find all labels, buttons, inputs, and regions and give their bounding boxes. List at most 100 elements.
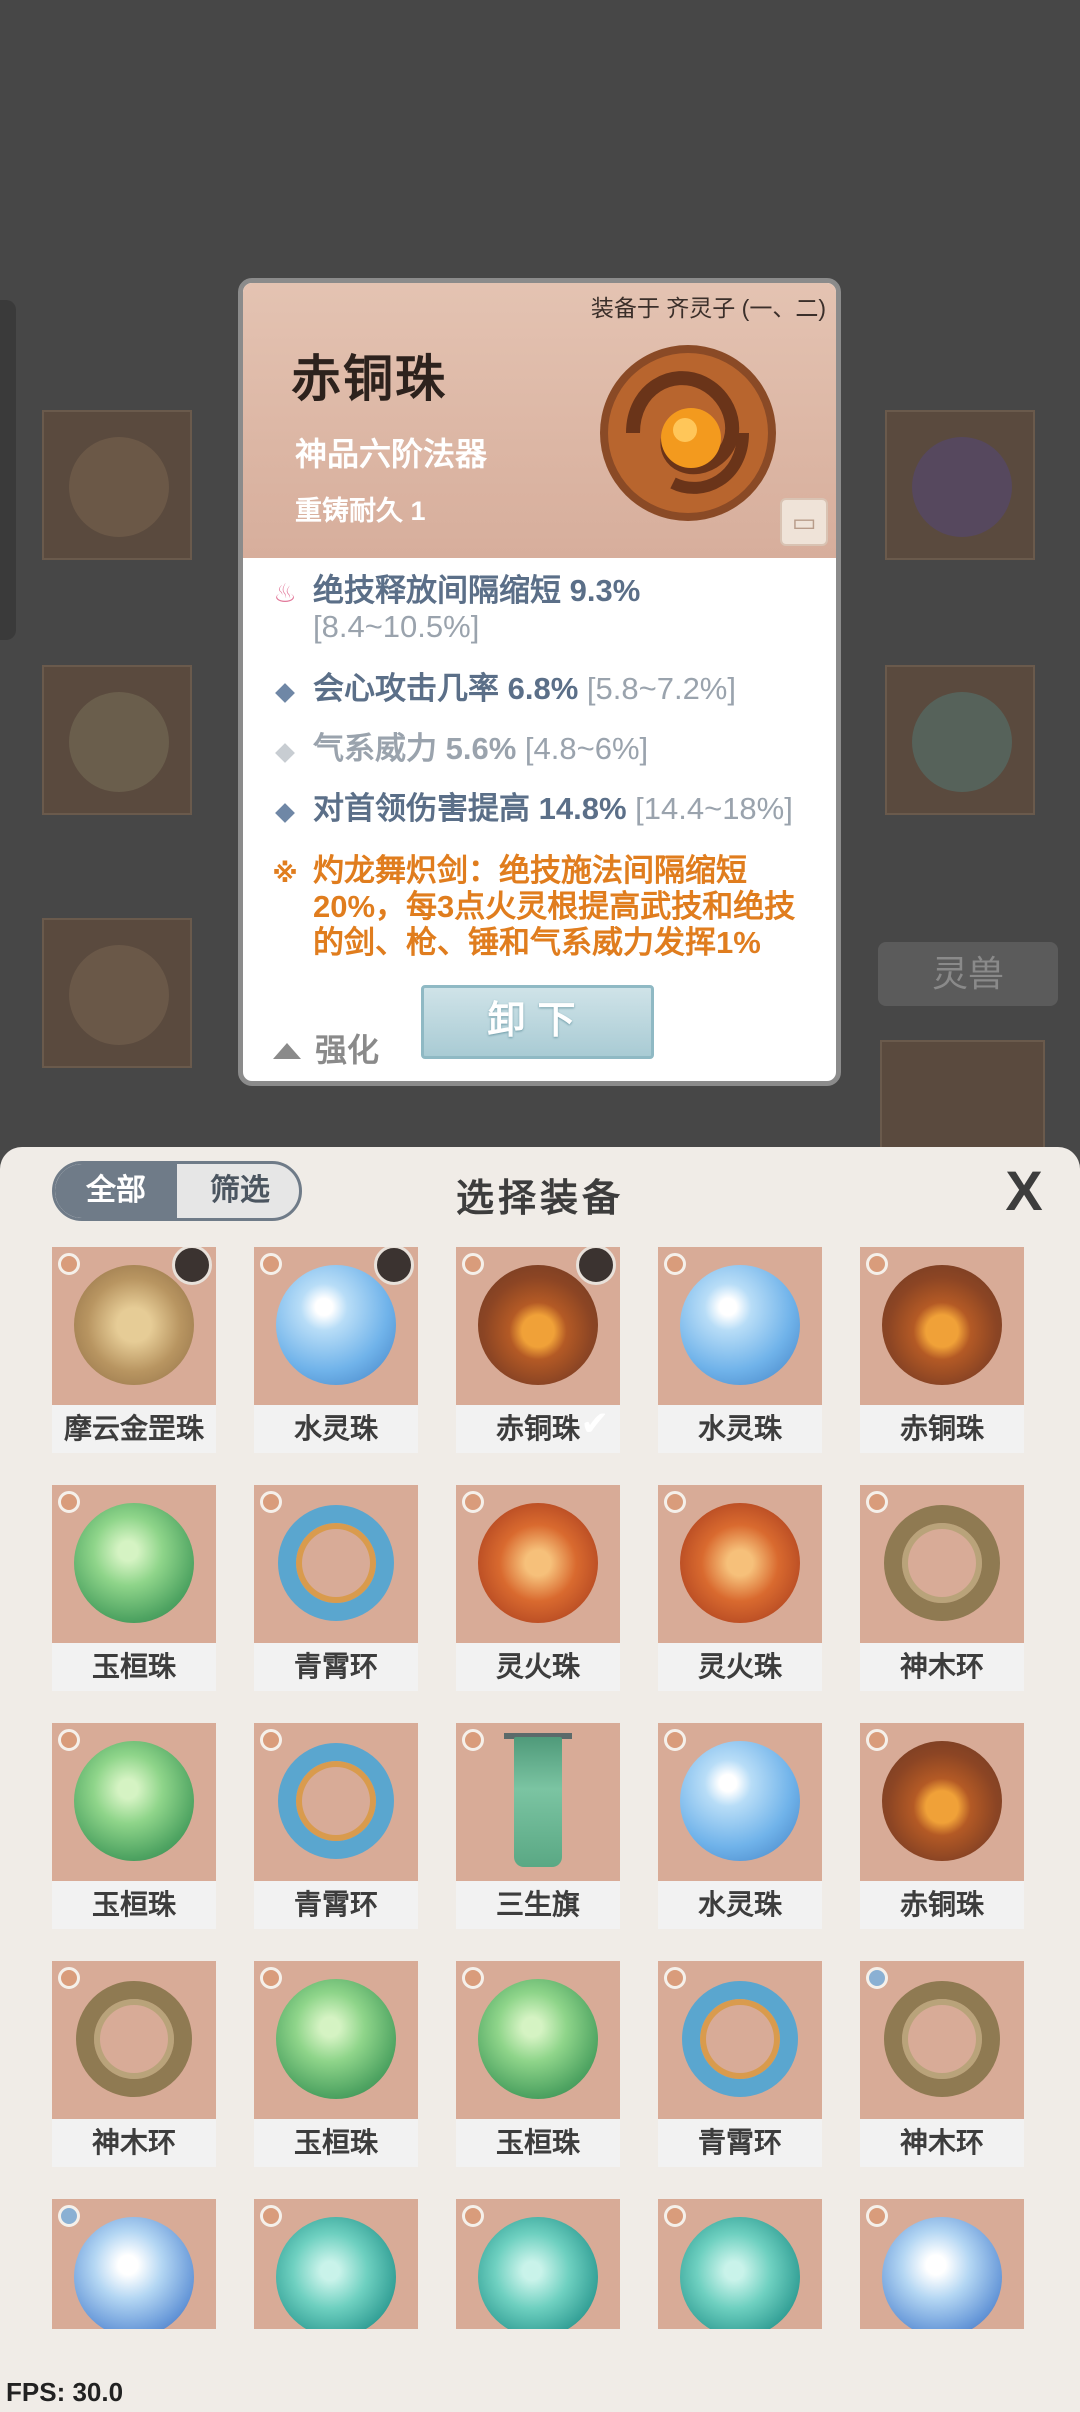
- stat-range: [4.8~6%]: [524, 731, 649, 766]
- equipment-card[interactable]: 灵火珠: [658, 1485, 822, 1691]
- equipment-card[interactable]: [254, 2199, 418, 2329]
- item-water-icon: [680, 1741, 800, 1861]
- item-name: 赤铜珠: [291, 349, 447, 408]
- item-artwork: [600, 345, 776, 521]
- equipment-name: 水灵珠: [254, 1405, 418, 1453]
- item-jade-icon: [74, 1503, 194, 1623]
- spirit-beast-tab[interactable]: 灵兽: [878, 942, 1058, 1006]
- equipment-card[interactable]: 赤铜珠: [860, 1247, 1024, 1453]
- close-button[interactable]: X: [996, 1161, 1052, 1221]
- stat-text: 对首领伤害提高 14.8%: [313, 791, 627, 826]
- equipment-card[interactable]: [860, 2199, 1024, 2329]
- item-ring-blue-icon: [278, 1743, 394, 1859]
- equipment-card[interactable]: [456, 2199, 620, 2329]
- equipment-name: 青霄环: [658, 2119, 822, 2167]
- equipment-card[interactable]: 青霄环: [254, 1485, 418, 1691]
- stat-row: 气系威力 5.6% [4.8~6%]: [271, 731, 811, 767]
- rarity-badge-icon: [462, 1253, 484, 1275]
- diamond-icon: [271, 673, 299, 709]
- rarity-badge-icon: [58, 1253, 80, 1275]
- item-teal-icon: [276, 2217, 396, 2329]
- item-banner-icon: [514, 1737, 562, 1867]
- item-water-icon: [276, 1265, 396, 1385]
- equipment-art: [658, 1247, 822, 1405]
- equipped-by-avatar: [172, 1247, 212, 1285]
- equipment-art: [254, 2199, 418, 2329]
- equipment-art: [52, 2199, 216, 2329]
- unequip-button[interactable]: 卸下: [421, 985, 654, 1059]
- equipment-art: [658, 1485, 822, 1643]
- stat-text: 会心攻击几率 6.8%: [313, 671, 579, 706]
- item-jade-icon: [74, 1741, 194, 1861]
- bg-equip-slot[interactable]: [42, 665, 192, 815]
- bg-equip-slot[interactable]: [880, 1040, 1045, 1150]
- equipment-card[interactable]: 神木环: [860, 1485, 1024, 1691]
- rarity-badge-icon: [664, 1253, 686, 1275]
- equipment-card[interactable]: 水灵珠: [254, 1247, 418, 1453]
- equipment-art: [52, 1247, 216, 1405]
- bg-equip-slot[interactable]: [885, 665, 1035, 815]
- bg-equip-slot[interactable]: [42, 410, 192, 560]
- equipment-card[interactable]: 水灵珠: [658, 1247, 822, 1453]
- equipment-art: [456, 1485, 620, 1643]
- equipment-art: [52, 1961, 216, 2119]
- rarity-badge-icon: [664, 1491, 686, 1513]
- special-rune-icon: ※: [272, 858, 298, 888]
- stat-row: 对首领伤害提高 14.8% [14.4~18%]: [271, 791, 811, 827]
- equipment-card[interactable]: 玉桓珠: [254, 1961, 418, 2167]
- bg-equip-slot[interactable]: [42, 918, 192, 1068]
- equipment-card[interactable]: 摩云金罡珠: [52, 1247, 216, 1453]
- equipment-art: [456, 1961, 620, 2119]
- equipment-card[interactable]: 玉桓珠: [456, 1961, 620, 2167]
- equipment-card[interactable]: 青霄环: [254, 1723, 418, 1929]
- equipment-art: [658, 1961, 822, 2119]
- equipment-card[interactable]: 神木环: [860, 1961, 1024, 2167]
- stat-row: 会心攻击几率 6.8% [5.8~7.2%]: [271, 671, 811, 707]
- item-teal-icon: [478, 2217, 598, 2329]
- equipment-card[interactable]: 水灵珠: [658, 1723, 822, 1929]
- item-header: 装备于 齐灵子 (一、二) 赤铜珠 神品六阶法器 重铸耐久 1 ▭: [243, 283, 836, 558]
- equipment-card[interactable]: 青霄环: [658, 1961, 822, 2167]
- equipment-name: 灵火珠: [658, 1643, 822, 1691]
- equipment-name: 神木环: [52, 2119, 216, 2167]
- equipment-name: 神木环: [860, 1643, 1024, 1691]
- item-ring-wood-icon: [884, 1981, 1000, 2097]
- selected-check-icon: ✔: [580, 1405, 610, 1443]
- equipment-card[interactable]: 玉桓珠: [52, 1723, 216, 1929]
- stat-range: [8.4~10.5%]: [313, 609, 480, 644]
- equipment-art: [254, 1247, 418, 1405]
- rarity-badge-icon: [260, 1491, 282, 1513]
- rarity-badge-icon: [664, 1729, 686, 1751]
- lock-icon[interactable]: ▭: [780, 498, 828, 546]
- rarity-badge-icon: [462, 1729, 484, 1751]
- rarity-badge-icon: [260, 1729, 282, 1751]
- side-handle[interactable]: [0, 300, 16, 640]
- stat-range: [5.8~7.2%]: [586, 671, 736, 706]
- bg-equip-slot[interactable]: [885, 410, 1035, 560]
- item-icewater-icon: [882, 2217, 1002, 2329]
- item-detail-popup: 装备于 齐灵子 (一、二) 赤铜珠 神品六阶法器 重铸耐久 1 ▭ ♨ 绝技释放…: [238, 278, 841, 1086]
- equipment-card[interactable]: [658, 2199, 822, 2329]
- equipment-name: 摩云金罡珠: [52, 1405, 216, 1453]
- item-jade-icon: [478, 1979, 598, 2099]
- equipment-card[interactable]: 神木环: [52, 1961, 216, 2167]
- equipment-card[interactable]: 灵火珠: [456, 1485, 620, 1691]
- stat-row: ♨ 绝技释放间隔缩短 9.3% [8.4~10.5%]: [271, 573, 811, 645]
- upgrade-button[interactable]: 强化: [273, 1025, 379, 1071]
- rarity-badge-icon: [866, 1729, 888, 1751]
- equipment-card[interactable]: 赤铜珠 ✔: [456, 1247, 620, 1453]
- diamond-light-icon: [271, 733, 299, 769]
- equipment-card[interactable]: [52, 2199, 216, 2329]
- rarity-badge-icon: [866, 1253, 888, 1275]
- equipment-art: [860, 1485, 1024, 1643]
- equipment-card[interactable]: 赤铜珠: [860, 1723, 1024, 1929]
- item-ring-wood-icon: [76, 1981, 192, 2097]
- equipment-card[interactable]: 三生旗: [456, 1723, 620, 1929]
- equipment-name: 水灵珠: [658, 1405, 822, 1453]
- item-fire-icon: [680, 1503, 800, 1623]
- equipment-name: 三生旗: [456, 1881, 620, 1929]
- equipment-art: [860, 1723, 1024, 1881]
- equipment-card[interactable]: 玉桓珠: [52, 1485, 216, 1691]
- item-copper-icon: [478, 1265, 598, 1385]
- rarity-badge-icon: [462, 2205, 484, 2227]
